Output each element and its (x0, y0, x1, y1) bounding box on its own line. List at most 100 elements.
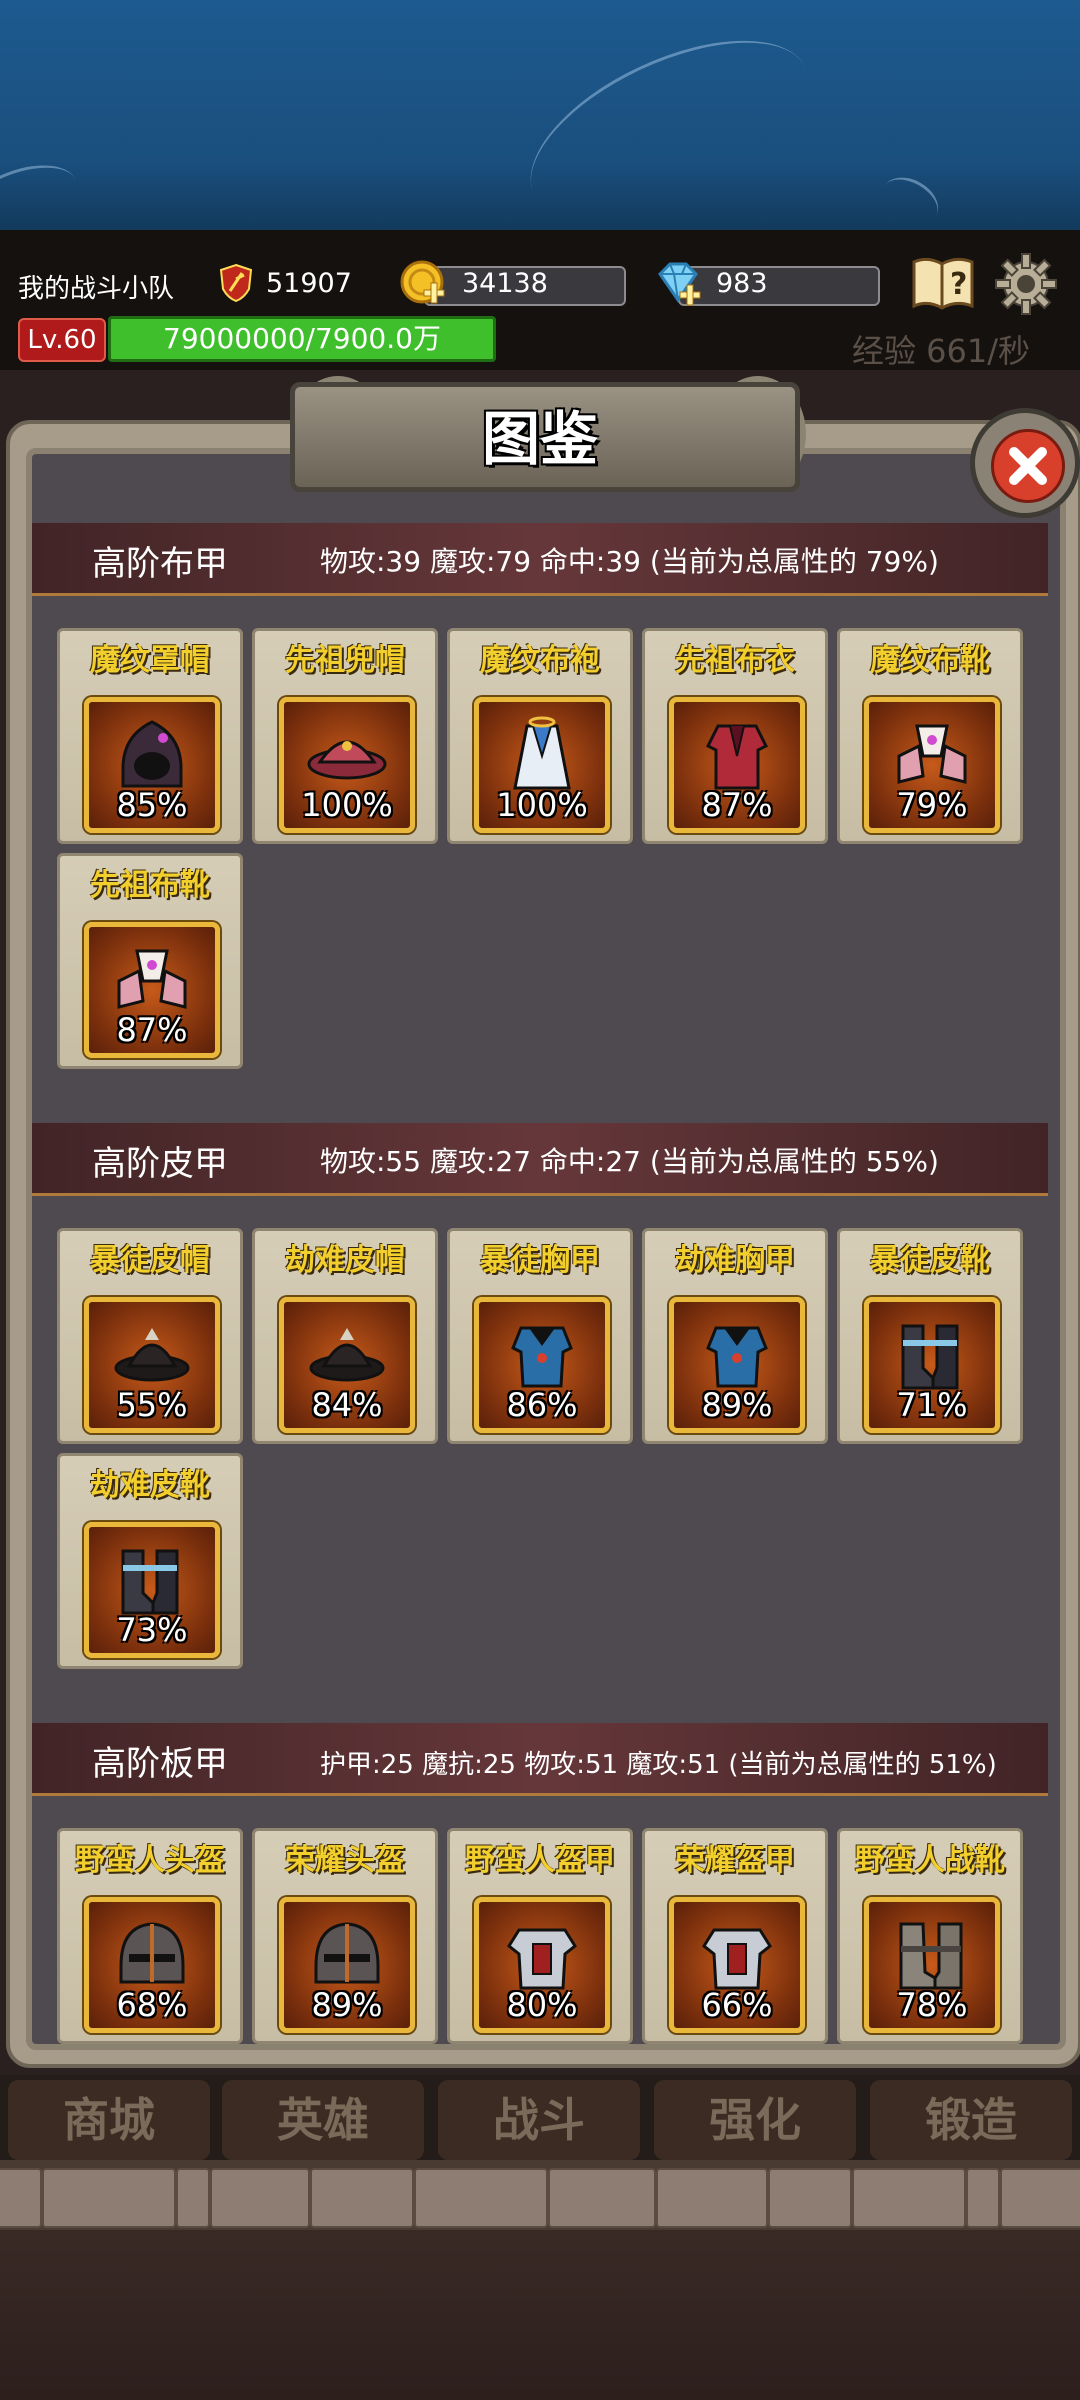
brick (852, 2168, 966, 2228)
equipment-name: 暴徒皮帽 (90, 1243, 210, 1278)
floor (0, 2230, 1080, 2400)
section-title: 高阶布甲 (92, 544, 228, 584)
collection-percent: 73% (116, 1611, 188, 1649)
nav-tab-forge[interactable]: 锻造 (870, 2080, 1072, 2160)
collection-percent: 100% (496, 786, 588, 824)
gem-bar[interactable] (678, 266, 880, 306)
chest-armor-icon (706, 1326, 768, 1388)
equipment-frame: 87% (669, 697, 805, 833)
brick (42, 2168, 176, 2228)
cloth-armor-icon (705, 724, 769, 790)
brick (0, 2168, 42, 2228)
collection-percent: 85% (116, 786, 188, 824)
collection-percent: 66% (701, 1986, 773, 2024)
cloth-boots-icon (117, 949, 187, 1009)
brick (966, 2168, 1000, 2228)
equipment-frame: 87% (84, 922, 220, 1058)
nav-tab-heroes[interactable]: 英雄 (222, 2080, 424, 2160)
collection-percent: 55% (116, 1386, 188, 1424)
equipment-card[interactable]: 劫难胸甲 89% (642, 1228, 828, 1444)
nav-tab-shop[interactable]: 商城 (8, 2080, 210, 2160)
section-stats: 物攻:55 魔攻:27 命中:27 (当前为总属性的 55%) (320, 1145, 939, 1178)
equipment-frame: 89% (279, 1897, 415, 2033)
leather-hat-icon (309, 1328, 385, 1382)
close-icon (991, 429, 1065, 503)
brick (414, 2168, 548, 2228)
helmet-icon (314, 1922, 380, 1984)
equipment-name: 先祖兜帽 (285, 643, 405, 678)
equipment-name: 魔纹布靴 (870, 643, 990, 678)
hat-icon (307, 740, 387, 780)
gear-icon[interactable] (994, 252, 1058, 316)
collection-percent: 87% (701, 786, 773, 824)
plate-armor-icon (702, 1928, 772, 1990)
equipment-name: 野蛮人盔甲 (465, 1843, 615, 1878)
equipment-name: 魔纹罩帽 (90, 643, 210, 678)
hood-icon (121, 720, 183, 788)
equipment-frame: 68% (84, 1897, 220, 2033)
equipment-card[interactable]: 暴徒皮靴 71% (837, 1228, 1023, 1444)
equipment-card[interactable]: 劫难皮帽 84% (252, 1228, 438, 1444)
brick (656, 2168, 768, 2228)
brick (1000, 2168, 1080, 2228)
brick (210, 2168, 310, 2228)
equipment-name: 暴徒皮靴 (870, 1243, 990, 1278)
equipment-name: 野蛮人战靴 (855, 1843, 1005, 1878)
equipment-frame: 73% (84, 1522, 220, 1658)
leather-boots-icon (121, 1549, 179, 1615)
equipment-name: 荣耀盔甲 (675, 1843, 795, 1878)
equipment-frame: 100% (279, 697, 415, 833)
equipment-frame: 89% (669, 1297, 805, 1433)
nav-tab-battle[interactable]: 战斗 (438, 2080, 640, 2160)
equipment-card[interactable]: 魔纹布靴 79% (837, 628, 1023, 844)
equipment-card[interactable]: 魔纹罩帽 85% (57, 628, 243, 844)
helmet-icon (119, 1922, 185, 1984)
equipment-card[interactable]: 荣耀头盔 89% (252, 1828, 438, 2044)
brick (768, 2168, 852, 2228)
coin-plus-icon[interactable] (398, 258, 448, 308)
collection-percent: 78% (896, 1986, 968, 2024)
equipment-card[interactable]: 野蛮人战靴 78% (837, 1828, 1023, 2044)
nav-tab-enhance[interactable]: 强化 (654, 2080, 856, 2160)
equipment-frame: 55% (84, 1297, 220, 1433)
equipment-card[interactable]: 暴徒皮帽 55% (57, 1228, 243, 1444)
equipment-name: 暴徒胸甲 (480, 1243, 600, 1278)
equipment-frame: 66% (669, 1897, 805, 2033)
guide-book-icon[interactable]: ? (910, 254, 976, 312)
brick (548, 2168, 656, 2228)
collection-percent: 100% (301, 786, 393, 824)
equipment-card[interactable]: 野蛮人头盔 68% (57, 1828, 243, 2044)
brick (176, 2168, 210, 2228)
brick (310, 2168, 414, 2228)
collection-percent: 87% (116, 1011, 188, 1049)
equipment-card[interactable]: 先祖布衣 87% (642, 628, 828, 844)
team-name: 我的战斗小队 (18, 274, 175, 304)
equipment-name: 劫难皮帽 (285, 1243, 405, 1278)
collection-percent: 80% (506, 1986, 578, 2024)
section-stats: 物攻:39 魔攻:79 命中:39 (当前为总属性的 79%) (320, 545, 939, 578)
equipment-card[interactable]: 先祖布靴 87% (57, 853, 243, 1069)
game-background (0, 0, 1080, 230)
panel-title: 图鉴 (481, 405, 598, 473)
leather-boots-icon (901, 1324, 959, 1390)
close-button[interactable] (970, 408, 1080, 518)
equipment-frame: 100% (474, 697, 610, 833)
gem-plus-icon[interactable] (652, 258, 702, 308)
equipment-frame: 84% (279, 1297, 415, 1433)
equipment-card[interactable]: 野蛮人盔甲 80% (447, 1828, 633, 2044)
equipment-card[interactable]: 荣耀盔甲 66% (642, 1828, 828, 2044)
equipment-frame: 78% (864, 1897, 1000, 2033)
plate-boots-icon (899, 1922, 963, 1990)
gem-value: 983 (716, 268, 768, 299)
equipment-card[interactable]: 先祖兜帽 100% (252, 628, 438, 844)
level-badge: Lv.60 (18, 318, 106, 362)
equipment-card[interactable]: 魔纹布袍 100% (447, 628, 633, 844)
collection-percent: 89% (311, 1986, 383, 2024)
plate-armor-icon (507, 1928, 577, 1990)
collection-percent: 84% (311, 1386, 383, 1424)
section-stats: 护甲:25 魔抗:25 物攻:51 魔攻:51 (当前为总属性的 51%) (320, 1750, 997, 1780)
equipment-name: 劫难皮靴 (90, 1468, 210, 1503)
equipment-card[interactable]: 劫难皮靴 73% (57, 1453, 243, 1669)
exp-rate: 经验 661/秒 (852, 332, 1031, 370)
equipment-card[interactable]: 暴徒胸甲 86% (447, 1228, 633, 1444)
